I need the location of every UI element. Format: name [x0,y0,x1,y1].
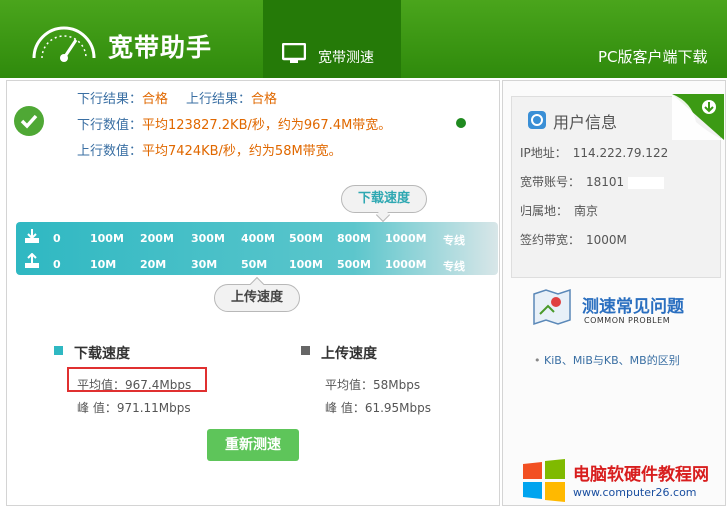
upload-peak: 峰 值：61.95Mbps [325,401,432,415]
upload-tick: 500M [337,258,371,271]
up-value-label: 上行数值： [77,144,143,159]
ip-row: IP地址： 114.222.79.122 [520,144,668,161]
result-line-2: 下行数值：平均123827.2KB/秒，约为967.4M带宽。 [77,114,391,133]
check-icon [14,106,44,136]
ip-label: IP地址： [520,146,567,160]
download-tick: 300M [191,232,225,245]
watermark-title: 电脑软硬件教程网 [573,465,709,485]
result-line-1: 下行结果：合格 上行结果：合格 [77,88,277,107]
faq-title[interactable]: 测速常见问题 [582,292,684,317]
faq-subtitle: COMMON PROBLEM [584,316,671,325]
download-peak: 峰 值：971.11Mbps [77,401,191,415]
retest-button[interactable]: 重新测速 [207,429,299,461]
download-tick: 500M [289,232,323,245]
app-title: 宽带助手 [108,33,213,62]
bandwidth-label: 签约带宽： [520,233,581,247]
region-value: 南京 [574,204,599,218]
result-line-3: 上行数值：平均7424KB/秒，约为58M带宽。 [77,140,342,159]
speedometer-logo-icon [32,26,96,62]
download-tick: 200M [140,232,174,245]
ip-value: 114.222.79.122 [572,146,669,160]
bandwidth-value: 1000M [586,233,627,247]
down-result-value: 合格 [142,92,169,107]
download-tick: 800M [337,232,371,245]
down-result-label: 下行结果： [77,92,143,107]
upload-tick: 专线 [443,260,465,273]
faq-item-label[interactable]: KiB、MiB与KB、MB的区别 [544,354,680,367]
download-tick: 1000M [385,232,427,245]
status-dot [456,118,466,128]
upload-icon [25,253,39,268]
upload-average: 平均值：58Mbps [325,378,421,392]
faq-map-icon [533,288,571,326]
bandwidth-row: 签约带宽： 1000M [520,231,627,248]
faq-item[interactable]: • KiB、MiB与KB、MB的区别 [534,352,680,368]
upload-tick: 30M [191,258,218,271]
upload-tick: 1000M [385,258,427,271]
download-tick: 0 [53,232,61,245]
up-value-text: 平均7424KB/秒，约为58M带宽。 [142,144,342,159]
account-label: 宽带账号： [520,175,581,189]
download-legend-swatch [54,346,63,355]
account-row: 宽带账号： 18101 [520,173,665,190]
upload-tick: 10M [90,258,117,271]
upload-legend-swatch [301,346,310,355]
download-tick: 400M [241,232,275,245]
upload-tick: 20M [140,258,167,271]
up-result-value: 合格 [251,92,278,107]
region-label: 归属地： [520,204,569,218]
upload-tick: 0 [53,258,61,271]
watermark-url: www.computer26.com [573,486,697,499]
redacted-area [628,176,665,189]
upload-tick: 100M [289,258,323,271]
tab-speed-test-label[interactable]: 宽带测速 [318,47,374,67]
region-row: 归属地： 南京 [520,202,598,219]
down-value-text: 平均123827.2KB/秒，约为967.4M带宽。 [142,118,392,133]
account-value: 18101 [586,175,625,189]
upload-tick: 50M [241,258,268,271]
down-value-label: 下行数值： [77,118,143,133]
download-icon [25,229,39,243]
up-result-label: 上行结果： [186,92,252,107]
download-tick: 100M [90,232,124,245]
download-tick: 专线 [443,234,465,247]
download-corner-icon[interactable] [672,94,724,140]
user-info-title: 用户信息 [553,113,618,132]
user-info-icon [528,111,546,129]
monitor-icon [282,43,306,63]
upload-stat-title: 上传速度 [321,346,377,362]
download-stat-title: 下载速度 [74,346,130,362]
pc-client-download-link[interactable]: PC版客户端下载 [598,46,708,67]
highlight-box [67,367,207,392]
windows-logo-icon [523,459,565,502]
